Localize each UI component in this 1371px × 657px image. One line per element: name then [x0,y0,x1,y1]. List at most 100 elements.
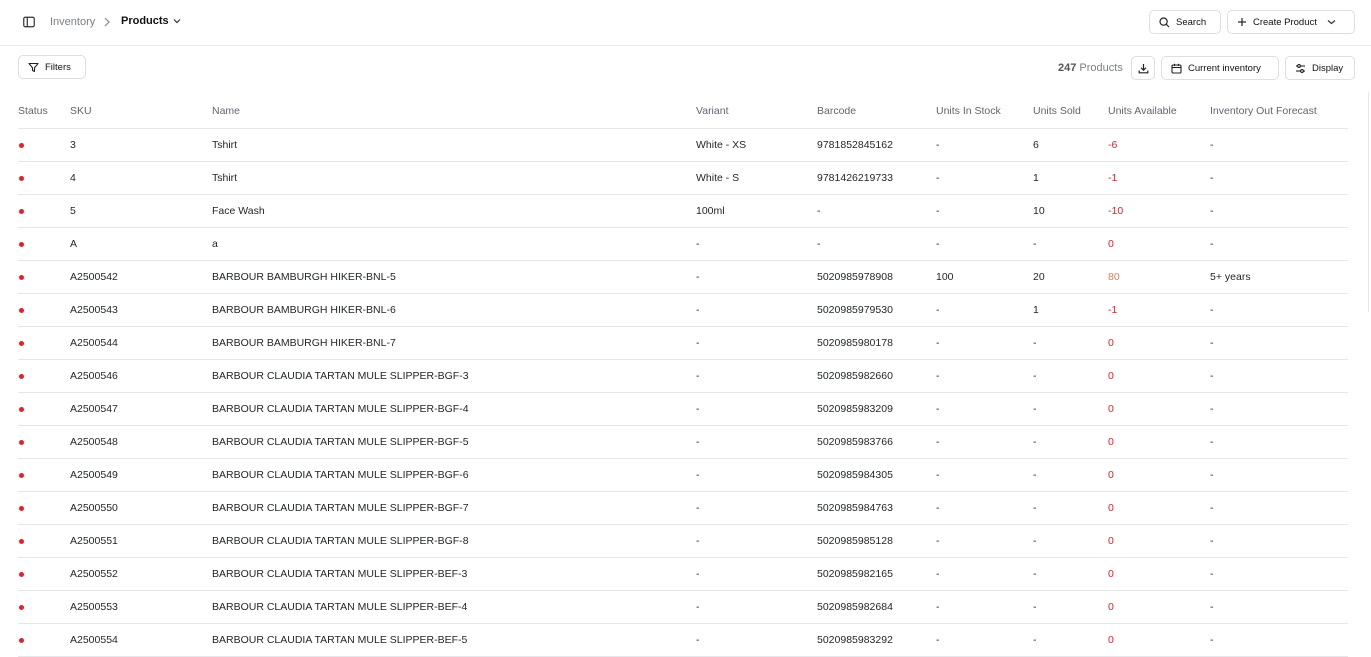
cell-available: 80 [1108,260,1210,294]
cell-variant: - [696,623,817,657]
download-button[interactable] [1131,56,1155,80]
status-cell [18,194,70,228]
cell-barcode: 5020985983766 [817,425,936,459]
cell-name: BARBOUR BAMBURGH HIKER-BNL-6 [212,293,696,327]
status-dot-icon [19,571,24,577]
chevron-right-icon [103,16,111,28]
table-row[interactable]: A2500553 BARBOUR CLAUDIA TARTAN MULE SLIP… [18,590,1348,624]
cell-sold: - [1033,425,1108,459]
table-row[interactable]: A2500549 BARBOUR CLAUDIA TARTAN MULE SLIP… [18,458,1348,492]
cell-available: -10 [1108,194,1210,228]
status-dot-icon [19,274,24,280]
products-count: 247 Products [1058,62,1123,74]
column-header-units-in-stock[interactable]: Units In Stock [936,95,1033,129]
cell-sku: A2500546 [70,359,212,393]
cell-forecast: - [1210,557,1348,591]
status-dot-icon [19,175,24,181]
status-cell [18,623,70,657]
cell-variant: - [696,458,817,492]
column-header-name[interactable]: Name [212,95,696,129]
cell-in-stock: - [936,392,1033,426]
scrollbar-track[interactable] [1368,92,1369,312]
table-row[interactable]: A2500543 BARBOUR BAMBURGH HIKER-BNL-6-502… [18,293,1348,327]
table-row[interactable]: A2500546 BARBOUR CLAUDIA TARTAN MULE SLIP… [18,359,1348,393]
cell-sku: A2500543 [70,293,212,327]
cell-sold: - [1033,458,1108,492]
search-button[interactable]: Search [1149,10,1221,34]
cell-name: a [212,227,696,261]
cell-available: 0 [1108,392,1210,426]
table-row[interactable]: A2500552 BARBOUR CLAUDIA TARTAN MULE SLIP… [18,557,1348,591]
table-row[interactable]: A2500550 BARBOUR CLAUDIA TARTAN MULE SLIP… [18,491,1348,525]
column-header-units-sold[interactable]: Units Sold [1033,95,1108,129]
cell-variant: - [696,326,817,360]
cell-sold: 1 [1033,161,1108,195]
breadcrumb-products-label: Products [121,15,169,27]
cell-sku: A2500544 [70,326,212,360]
cell-sold: - [1033,590,1108,624]
cell-sku: A2500553 [70,590,212,624]
column-header-barcode[interactable]: Barcode [817,95,936,129]
status-dot-icon [19,142,24,148]
table-row[interactable]: 4 Tshirt White - S 9781426219733-1 -1- [18,161,1348,195]
current-inventory-button[interactable]: Current inventory [1161,56,1279,80]
cell-forecast: - [1210,227,1348,261]
cell-available: -6 [1108,128,1210,162]
column-header-units-available[interactable]: Units Available [1108,95,1210,129]
column-header-sku[interactable]: SKU [70,95,212,129]
cell-forecast: 5+ years [1210,260,1348,294]
status-dot-icon [19,637,24,643]
search-icon [1159,16,1170,27]
breadcrumb-products[interactable]: Products [121,15,181,27]
display-button[interactable]: Display [1285,56,1355,80]
top-bar: Inventory Products Search Create Product [0,0,1371,46]
status-dot-icon [19,505,24,511]
cell-sold: 6 [1033,128,1108,162]
products-count-label: Products [1079,62,1123,74]
table-row[interactable]: A2500544 BARBOUR BAMBURGH HIKER-BNL-7-502… [18,326,1348,360]
cell-barcode: 5020985982165 [817,557,936,591]
table-row[interactable]: Aa----0- [18,227,1348,261]
cell-sku: A2500548 [70,425,212,459]
status-dot-icon [19,604,24,610]
table-row[interactable]: A2500547 BARBOUR CLAUDIA TARTAN MULE SLIP… [18,392,1348,426]
cell-variant: - [696,260,817,294]
table-row[interactable]: 5 Face Wash 100ml - -10 -10- [18,194,1348,228]
cell-forecast: - [1210,326,1348,360]
table-row[interactable]: A2500554 BARBOUR CLAUDIA TARTAN MULE SLIP… [18,623,1348,657]
cell-barcode: 5020985982660 [817,359,936,393]
cell-in-stock: - [936,458,1033,492]
cell-barcode: 5020985984305 [817,458,936,492]
cell-forecast: - [1210,590,1348,624]
create-product-button[interactable]: Create Product [1227,10,1355,34]
table-row[interactable]: A2500551 BARBOUR CLAUDIA TARTAN MULE SLIP… [18,524,1348,558]
cell-in-stock: - [936,590,1033,624]
cell-available: -1 [1108,293,1210,327]
cell-barcode: 5020985983209 [817,392,936,426]
cell-available: 0 [1108,227,1210,261]
cell-sku: 4 [70,161,212,195]
status-cell [18,161,70,195]
column-header-variant[interactable]: Variant [696,95,817,129]
cell-sku: A2500549 [70,458,212,492]
cell-sold: - [1033,557,1108,591]
table-row[interactable]: A2500542 BARBOUR BAMBURGH HIKER-BNL-5-502… [18,260,1348,294]
breadcrumb-inventory[interactable]: Inventory [50,16,95,28]
cell-barcode: - [817,194,936,228]
cell-barcode: 9781852845162 [817,128,936,162]
create-product-label: Create Product [1253,16,1317,28]
table-row[interactable]: A2500548 BARBOUR CLAUDIA TARTAN MULE SLIP… [18,425,1348,459]
status-cell [18,491,70,525]
cell-name: BARBOUR CLAUDIA TARTAN MULE SLIPPER-BEF-… [212,557,696,591]
cell-forecast: - [1210,524,1348,558]
sidebar-toggle-icon[interactable] [22,15,36,29]
cell-sku: A2500551 [70,524,212,558]
column-header-inventory-out-forecast[interactable]: Inventory Out Forecast [1210,95,1348,129]
cell-variant: - [696,590,817,624]
column-header-status[interactable]: Status [18,95,70,129]
cell-barcode: 5020985979530 [817,293,936,327]
status-cell [18,293,70,327]
table-row[interactable]: 3 Tshirt White - XS 9781852845162-6 -6- [18,128,1348,162]
filters-button[interactable]: Filters [18,55,86,79]
status-cell [18,425,70,459]
